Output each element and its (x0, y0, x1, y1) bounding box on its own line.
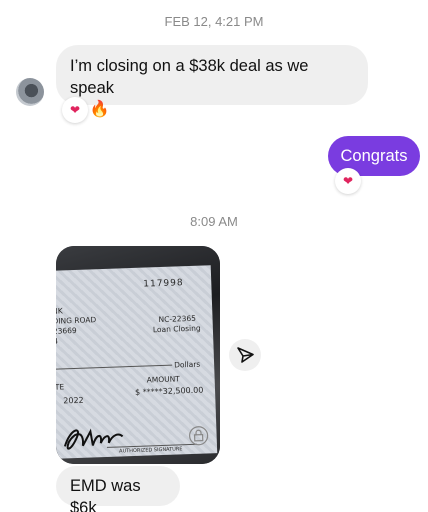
check-code: NC-22365 (158, 313, 197, 325)
message-text: I’m closing on a $38k deal as we speak (70, 57, 309, 97)
incoming-message[interactable]: EMD was $6k (56, 466, 180, 512)
date-value: 2022 (63, 395, 84, 406)
check-image: 117998 NK DING ROAD 23669 4 NC-22365 Loa… (56, 265, 218, 459)
check-photo[interactable]: 117998 NK DING ROAD 23669 4 NC-22365 Loa… (56, 246, 220, 464)
bank-number: 4 (56, 336, 59, 346)
lock-icon (189, 426, 209, 446)
message-text: EMD was $6k (70, 477, 141, 512)
check-number: 117998 (143, 278, 184, 290)
timestamp: 8:09 AM (190, 214, 238, 229)
dollars-label: Dollars (173, 359, 201, 370)
timestamp: FEB 12, 4:21 PM (164, 14, 264, 29)
incoming-message[interactable]: I’m closing on a $38k deal as we speak 🔥… (56, 45, 368, 118)
fire-emoji: 🔥🔥 (70, 101, 110, 118)
heart-reaction-icon[interactable]: ❤ (62, 97, 88, 123)
bank-name: NK (56, 306, 63, 316)
amount-label: AMOUNT (146, 374, 180, 385)
avatar[interactable] (16, 78, 44, 106)
heart-reaction-icon[interactable]: ❤ (335, 168, 361, 194)
date-label: TE (56, 382, 65, 392)
signature-label: AUTHORIZED SIGNATURE (119, 446, 183, 455)
bank-zip: 23669 (56, 325, 77, 336)
check-memo: Loan Closing (152, 323, 201, 335)
share-icon (237, 347, 254, 363)
amount-value: $ *****32,500.00 (134, 385, 204, 397)
bank-address: DING ROAD (56, 315, 97, 326)
share-button[interactable] (229, 339, 261, 371)
